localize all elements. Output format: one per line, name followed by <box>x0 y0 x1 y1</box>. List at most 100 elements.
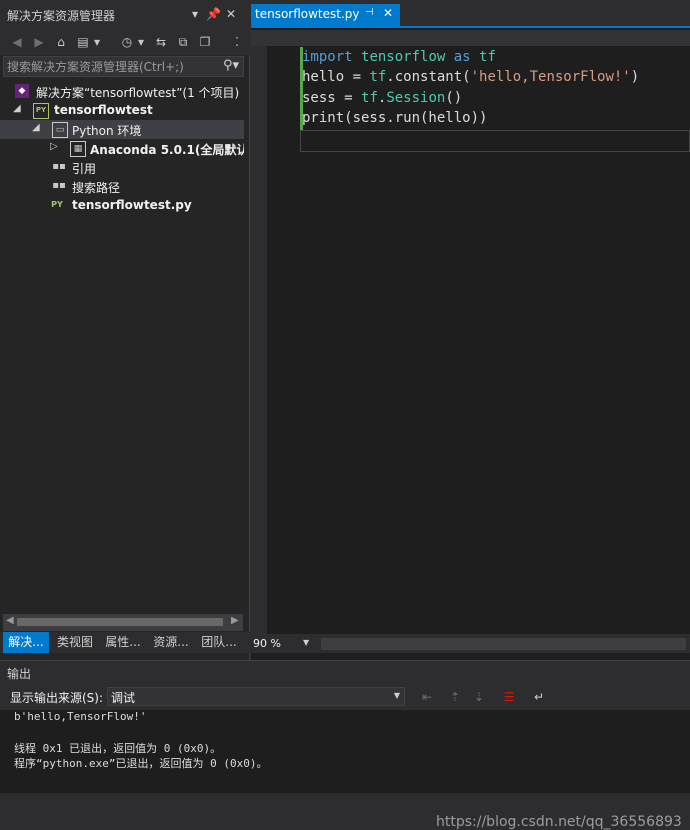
pin-icon[interactable]: 📌 <box>206 6 221 22</box>
code-token: ) <box>630 69 640 85</box>
tree-item-search-paths[interactable]: ▪▪ 搜索路径 <box>0 177 244 196</box>
chevron-down-icon: ▼ <box>303 638 310 647</box>
code-token: as <box>453 49 471 65</box>
collapse-icon[interactable]: ◢ <box>13 103 21 114</box>
python-project-icon: PY <box>33 103 49 119</box>
expand-icon[interactable]: ▷ <box>50 141 58 152</box>
tree-item-py-file[interactable]: PY tensorflowtest.py <box>0 196 244 215</box>
tree-item-label: tensorflowtest.py <box>72 198 192 212</box>
code-token: () <box>445 90 463 106</box>
code-line[interactable]: sess = tf.Session() <box>302 90 462 110</box>
explorer-bottom-tabs: 解决... 类视图 属性... 资源... 团队... <box>0 632 250 653</box>
switch-view-icon[interactable]: ▤ <box>74 33 92 51</box>
pin-icon[interactable]: ⊣ <box>365 7 374 18</box>
tab-solution-explorer[interactable]: 解决... <box>3 632 49 653</box>
overflow-icon[interactable]: ⁚ <box>228 33 246 51</box>
word-wrap-icon[interactable]: ↵ <box>530 688 548 706</box>
current-line-highlight <box>300 130 690 152</box>
tab-properties[interactable]: 属性... <box>101 632 145 653</box>
output-source-label: 显示输出来源(S): <box>10 691 104 705</box>
explorer-search-box: ⚲▾ <box>3 56 244 77</box>
find-message-icon[interactable]: ⇤ <box>418 688 436 706</box>
scroll-thumb[interactable] <box>17 618 223 626</box>
collapse-all-icon[interactable]: ⧉ <box>174 33 192 51</box>
editor-horizontal-scrollbar[interactable] <box>321 638 686 650</box>
watermark: https://blog.csdn.net/qq_36556893 <box>436 814 682 830</box>
output-line: 程序“python.exe”已退出，返回值为 0 (0x0)。 <box>14 757 268 770</box>
solution-tree: ◆ 解决方案“tensorflowtest”(1 个项目) ◢ PY tenso… <box>0 82 244 612</box>
tree-item-references[interactable]: ▪▪ 引用 <box>0 158 244 177</box>
explorer-toolbar: ◀ ▶ ⌂ ▤ ▾ ◷ ▾ ⇆ ⧉ ❐ ⁚ <box>0 29 250 55</box>
scroll-right-icon[interactable]: ▶ <box>231 615 239 626</box>
code-line[interactable]: import tensorflow as tf <box>302 49 496 69</box>
environment-item-icon: ▦ <box>70 141 86 157</box>
output-toolbar: 显示输出来源(S): 调试 ▼ ⇤ ⇡ ⇣ ☰ ↵ <box>0 683 690 710</box>
tree-item-project[interactable]: ◢ PY tensorflowtest <box>0 101 244 120</box>
pending-changes-icon[interactable]: ◷ <box>118 33 136 51</box>
code-token: tf <box>361 90 378 106</box>
explorer-horizontal-scrollbar[interactable]: ◀ ▶ <box>3 614 243 631</box>
code-token: tf <box>479 49 496 65</box>
search-path-icon: ▪▪ <box>52 180 66 191</box>
chevron-down-icon: ▼ <box>393 691 400 700</box>
output-source-value: 调试 <box>111 691 136 705</box>
back-icon[interactable]: ◀ <box>8 33 26 51</box>
tree-item-python-env[interactable]: ◢ ▭ Python 环境 <box>0 120 244 139</box>
output-title-bar: 输出 <box>0 661 690 683</box>
tree-item-label: 引用 <box>72 162 97 176</box>
explorer-title-bar: 解决方案资源管理器 ▾ 📌 ✕ <box>0 0 250 29</box>
forward-icon[interactable]: ▶ <box>30 33 48 51</box>
zoom-value: 90 % <box>253 637 281 650</box>
chevron-down-icon[interactable]: ▾ <box>92 33 102 51</box>
tree-item-label: tensorflowtest <box>54 103 153 117</box>
output-text-area[interactable]: b'hello,TensorFlow!' 线程 0x1 已退出，返回值为 0 (… <box>0 710 690 830</box>
tab-team[interactable]: 团队... <box>197 632 241 653</box>
code-token: hello = <box>302 69 370 85</box>
editor-margin <box>251 46 267 634</box>
code-token: print(sess.run(hello)) <box>302 110 488 126</box>
sync-icon[interactable]: ⇆ <box>152 33 170 51</box>
clear-all-icon[interactable]: ☰ <box>500 688 518 706</box>
code-area[interactable]: import tensorflow as tf hello = tf.const… <box>267 46 690 634</box>
code-token: .constant( <box>386 69 471 85</box>
dropdown-icon[interactable]: ▾ <box>188 6 202 22</box>
close-icon[interactable]: ✕ <box>383 6 393 20</box>
tab-class-view[interactable]: 类视图 <box>53 632 97 653</box>
solution-icon: ◆ <box>15 84 29 98</box>
collapse-icon[interactable]: ◢ <box>32 122 40 133</box>
code-token: tf <box>369 69 387 85</box>
explorer-search-input[interactable] <box>7 58 212 75</box>
scroll-left-icon[interactable]: ◀ <box>6 615 14 626</box>
tab-tensorflowtest-py[interactable]: tensorflowtest.py ⊣ ✕ <box>251 4 400 26</box>
output-line: b'hello,TensorFlow!' <box>14 710 147 723</box>
navigation-bar <box>251 30 690 46</box>
tree-item-label: 搜索路径 <box>72 181 121 195</box>
code-token: sess = <box>302 90 362 106</box>
code-token: Session <box>386 90 446 106</box>
code-token: 'hello,TensorFlow!' <box>470 69 631 85</box>
document-tab-well: tensorflowtest.py ⊣ ✕ <box>251 0 690 28</box>
code-line[interactable]: hello = tf.constant('hello,TensorFlow!') <box>302 69 639 89</box>
next-message-icon[interactable]: ⇣ <box>470 688 488 706</box>
tree-item-label: Python 环境 <box>72 124 142 138</box>
environment-icon: ▭ <box>52 122 68 138</box>
output-source-select[interactable]: 调试 ▼ <box>107 687 405 706</box>
show-all-files-icon[interactable]: ❐ <box>196 33 214 51</box>
code-token: tensorflow <box>361 49 446 65</box>
output-title: 输出 <box>7 667 32 681</box>
chevron-down-icon[interactable]: ▾ <box>136 33 146 51</box>
references-icon: ▪▪ <box>52 161 66 172</box>
home-icon[interactable]: ⌂ <box>52 33 70 51</box>
zoom-dropdown[interactable]: 90 % ▼ <box>253 637 311 651</box>
previous-message-icon[interactable]: ⇡ <box>446 688 464 706</box>
code-line[interactable]: print(sess.run(hello)) <box>302 110 487 130</box>
python-file-icon: PY <box>51 200 63 209</box>
tree-item-anaconda[interactable]: ▷ ▦ Anaconda 5.0.1(全局默认值 <box>0 139 244 158</box>
explorer-title: 解决方案资源管理器 <box>7 9 116 23</box>
tree-item-solution[interactable]: ◆ 解决方案“tensorflowtest”(1 个项目) <box>0 82 244 101</box>
search-icon[interactable]: ⚲▾ <box>223 58 239 73</box>
close-icon[interactable]: ✕ <box>224 6 238 22</box>
tab-resources[interactable]: 资源... <box>149 632 193 653</box>
